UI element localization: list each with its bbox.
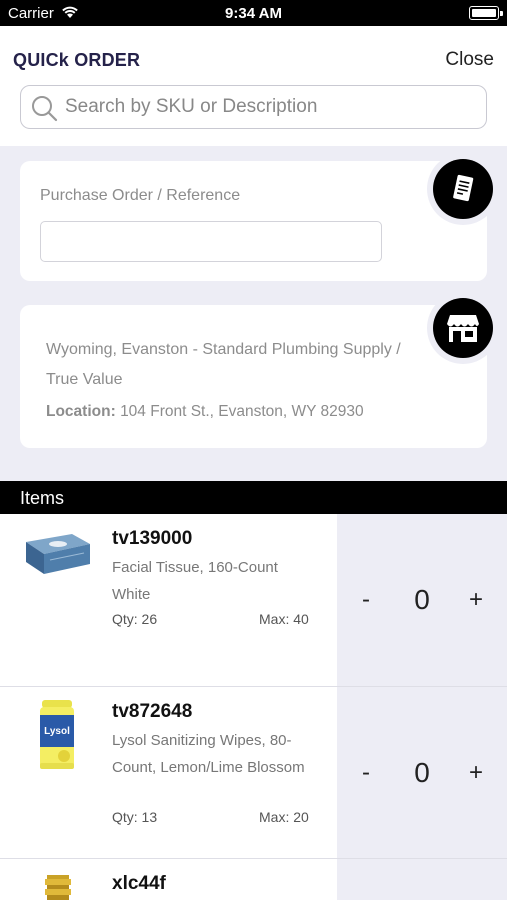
page-title: QUICk ORDER [13, 50, 141, 70]
quantity-stepper: - 0 + [337, 687, 507, 858]
increment-button[interactable]: + [461, 759, 491, 787]
item-row[interactable]: Lysol tv872648 Lysol Sanitizing Wipes, 8… [0, 687, 507, 859]
purchase-order-badge [427, 153, 499, 225]
store-badge [427, 292, 499, 364]
increment-button[interactable]: + [461, 586, 491, 614]
item-qty: Qty: 26 [112, 611, 158, 627]
items-title: Items [20, 488, 65, 508]
item-max: Max: 20 [259, 809, 309, 825]
tissue-box-image [26, 534, 90, 574]
item-sku: tv872648 [112, 701, 193, 722]
item-max: Max: 40 [259, 611, 309, 627]
purchase-order-card: Purchase Order / Reference [20, 161, 487, 281]
wipes-canister-image: Lysol [40, 700, 74, 769]
store-name: Wyoming, Evanston - Standard Plumbing Su… [46, 341, 401, 388]
store-location-value: 104 Front St., Evanston, WY 82930 [120, 403, 364, 420]
quantity-stepper: - 0 + [337, 514, 507, 686]
decrement-button[interactable]: - [351, 759, 381, 787]
close-button[interactable]: Close [445, 49, 494, 71]
search-input[interactable] [65, 86, 480, 127]
decrement-button[interactable]: - [351, 586, 381, 614]
purchase-order-label: Purchase Order / Reference [40, 187, 241, 204]
header: QUICk ORDER Close [0, 26, 507, 146]
store-card[interactable]: Wyoming, Evanston - Standard Plumbing Su… [20, 305, 487, 448]
store-location-label: Location: [46, 403, 116, 420]
item-row[interactable]: tv139000 Facial Tissue, 160-Count White … [0, 514, 507, 687]
item-description: Lysol Sanitizing Wipes, 80-Count, Lemon/… [112, 732, 305, 776]
search-icon [32, 96, 58, 122]
item-sku: tv139000 [112, 528, 193, 549]
store-location: Location: 104 Front St., Evanston, WY 82… [46, 403, 364, 421]
battery-icon [469, 6, 503, 20]
clock: 9:34 AM [225, 5, 282, 22]
item-row[interactable]: xlc44f [0, 859, 507, 900]
item-description: Facial Tissue, 160-Count White [112, 559, 278, 603]
purchase-order-input[interactable] [40, 221, 382, 262]
store-icon [447, 315, 479, 342]
order-quantity: 0 [414, 584, 430, 615]
fitting-image [45, 875, 71, 900]
search-box[interactable] [20, 85, 487, 129]
items-section-header: Items [0, 481, 507, 514]
receipt-icon [453, 174, 474, 202]
quantity-stepper [337, 859, 507, 900]
item-qty: Qty: 13 [112, 809, 158, 825]
item-sku: xlc44f [112, 873, 166, 894]
order-quantity: 0 [414, 756, 430, 788]
svg-text:Lysol: Lysol [44, 726, 70, 737]
status-bar: Carrier 9:34 AM [0, 0, 507, 26]
